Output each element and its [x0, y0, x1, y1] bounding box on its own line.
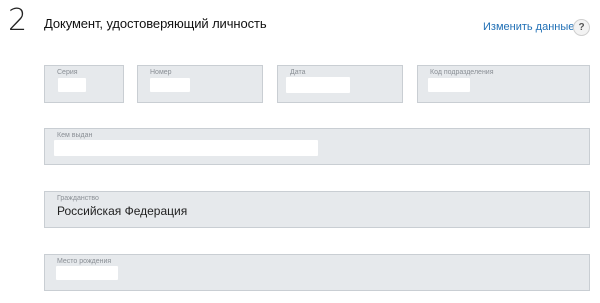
series-field[interactable]: Серия — [44, 65, 124, 103]
date-label: Дата — [290, 69, 306, 76]
date-value-redacted — [286, 77, 350, 93]
issued-by-field[interactable]: Кем выдан — [44, 128, 590, 165]
section-title: Документ, удостоверяющий личность — [44, 16, 267, 31]
dept-code-value-redacted — [428, 78, 470, 92]
edit-data-link[interactable]: Изменить данные — [483, 21, 574, 33]
dept-code-label: Код подразделения — [430, 69, 494, 76]
birthplace-field[interactable]: Место рождения — [44, 254, 590, 291]
citizenship-value: Российская Федерация — [57, 204, 188, 218]
issued-by-value-redacted — [54, 140, 318, 156]
issued-by-label: Кем выдан — [57, 132, 93, 139]
number-value-redacted — [150, 78, 190, 92]
step-number: 2 — [8, 3, 28, 38]
dept-code-field[interactable]: Код подразделения — [417, 65, 590, 103]
citizenship-field[interactable]: Гражданство Российская Федерация — [44, 191, 590, 228]
number-field[interactable]: Номер — [137, 65, 263, 103]
help-icon[interactable]: ? — [573, 19, 590, 36]
number-label: Номер — [150, 69, 172, 76]
series-value-redacted — [58, 78, 86, 92]
date-field[interactable]: Дата — [277, 65, 403, 103]
birthplace-label: Место рождения — [57, 258, 112, 265]
citizenship-label: Гражданство — [57, 195, 99, 202]
birthplace-value-redacted — [56, 266, 118, 280]
series-label: Серия — [57, 69, 78, 76]
